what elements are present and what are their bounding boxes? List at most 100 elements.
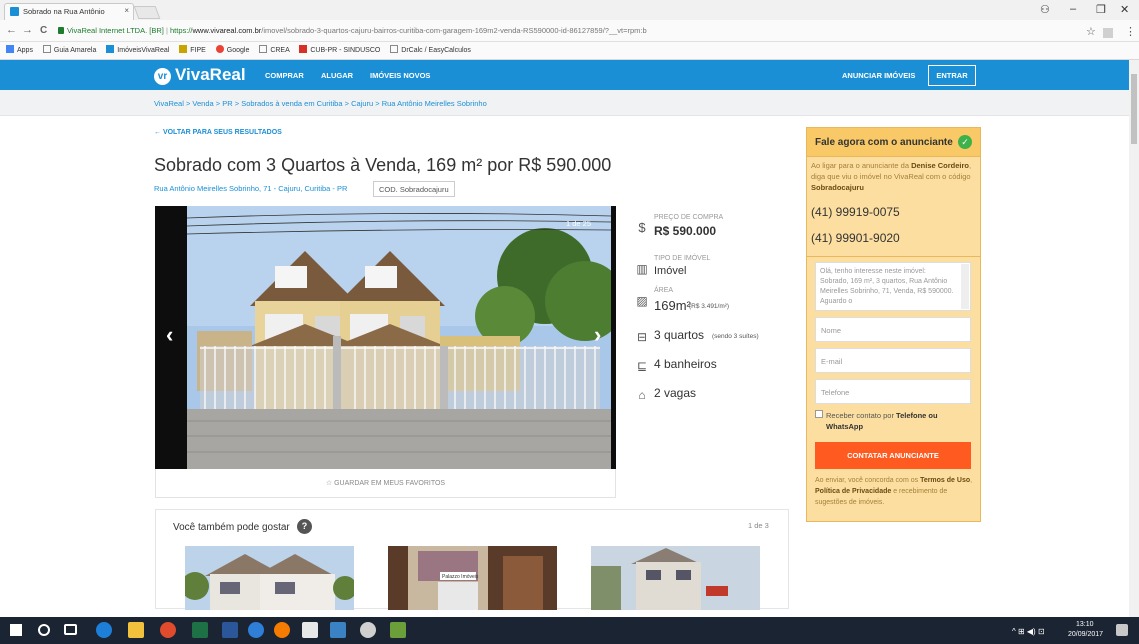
area-icon: ▨ — [636, 294, 648, 308]
phone-number-2[interactable]: (41) 99901-9020 — [811, 231, 900, 245]
price-value: R$ 590.000 — [654, 224, 717, 238]
file-explorer-icon[interactable] — [128, 622, 144, 638]
email-field[interactable]: E-mail — [815, 348, 971, 373]
area-value: 169m² — [654, 298, 691, 313]
bookmark-cub[interactable]: CUB-PR - SINDUSCO — [299, 45, 380, 54]
forward-button[interactable]: → — [22, 24, 33, 36]
cortana-icon[interactable] — [38, 624, 50, 636]
browser-tab[interactable]: Sobrado na Rua Antônio × — [4, 3, 134, 20]
whatsapp-checkbox[interactable] — [815, 410, 823, 418]
new-tab-button[interactable] — [133, 6, 161, 19]
profile-icon[interactable]: ⚇ — [1040, 3, 1050, 16]
page-scrollbar[interactable] — [1129, 60, 1139, 617]
divider — [806, 256, 981, 257]
photo-counter: 1 de 25 — [566, 219, 592, 228]
clock-time[interactable]: 13:10 — [1076, 621, 1094, 628]
mail-icon[interactable] — [302, 622, 318, 638]
price-icon: $ — [638, 220, 646, 235]
close-tab-icon[interactable]: × — [124, 6, 129, 15]
message-textarea[interactable]: Olá, tenho interesse neste imóvel: Sobra… — [815, 262, 971, 311]
garage-icon: ⌂ — [638, 388, 646, 402]
app-icon[interactable] — [330, 622, 346, 638]
house-photo — [155, 206, 616, 469]
help-icon[interactable]: ? — [297, 519, 312, 534]
app-icon[interactable] — [390, 622, 406, 638]
entrar-button[interactable]: ENTRAR — [928, 65, 976, 86]
recommendations-title: Você também pode gostar — [173, 522, 290, 533]
back-button[interactable]: ← — [6, 24, 17, 36]
word-icon[interactable] — [222, 622, 238, 638]
terms-link[interactable]: Termos de Uso — [920, 477, 970, 484]
save-favorite-button[interactable]: ☆ GUARDAR EM MEUS FAVORITOS — [155, 469, 616, 498]
recommendations-counter: 1 de 3 — [748, 521, 769, 530]
name-field[interactable]: Nome — [815, 317, 971, 342]
breadcrumb-links[interactable]: VivaReal > Venda > PR > Sobrados à venda… — [154, 99, 487, 108]
fipe-icon — [179, 45, 188, 53]
excel-icon[interactable] — [192, 622, 208, 638]
chrome-icon[interactable] — [160, 622, 176, 638]
bookmark-imoveis-vivareal[interactable]: ImóveisVivaReal — [106, 45, 169, 54]
clock-date[interactable]: 20/09/2017 — [1068, 631, 1103, 638]
system-tray-icons[interactable]: ^ ⊞ ◀) ⊡ — [1012, 627, 1045, 636]
windows-start-icon[interactable] — [10, 624, 22, 636]
recommendation-photo: Palazzo Imóveis — [388, 546, 557, 610]
bookmark-apps[interactable]: Apps — [6, 45, 33, 54]
logo-mark-icon: vr — [154, 68, 171, 85]
task-view-icon[interactable] — [64, 624, 77, 635]
vivareal-icon — [106, 45, 115, 53]
recommendation-card[interactable]: Palazzo Imóveis — [388, 546, 557, 610]
browser-menu-icon[interactable]: ⋮ — [1125, 25, 1136, 38]
bookmark-google[interactable]: Google — [215, 45, 249, 54]
maximize-button[interactable]: ❐ — [1096, 3, 1106, 16]
scrollbar-thumb[interactable] — [1131, 74, 1137, 144]
listing-code-badge: COD. Sobradocajuru — [373, 181, 455, 197]
recommendation-card[interactable] — [185, 546, 354, 610]
contact-intro: Ao ligar para o anunciante da Denise Cor… — [811, 161, 972, 192]
page-icon — [259, 45, 268, 53]
back-to-results-link[interactable]: ← VOLTAR PARA SEUS RESULTADOS — [154, 129, 282, 136]
contact-advertiser-button[interactable]: CONTATAR ANUNCIANTE — [815, 442, 971, 469]
notification-icon[interactable] — [1116, 624, 1128, 636]
baths-value: 4 banheiros — [654, 357, 717, 371]
next-photo-arrow[interactable]: › — [594, 322, 601, 348]
type-value: Imóvel — [654, 265, 687, 277]
prev-photo-arrow[interactable]: ‹ — [166, 322, 173, 348]
page-icon — [390, 45, 399, 53]
minimize-button[interactable]: – — [1070, 3, 1076, 15]
listing-address[interactable]: Rua Antônio Meirelles Sobrinho, 71 - Caj… — [154, 184, 347, 193]
bookmark-guia-amarela[interactable]: Guia Amarela — [42, 45, 96, 54]
phone-number-1[interactable]: (41) 99919-0075 — [811, 205, 900, 219]
vivareal-logo[interactable]: vr VivaReal — [154, 65, 246, 85]
photo-gallery[interactable] — [155, 206, 616, 469]
privacy-link[interactable]: Política de Privacidade — [815, 488, 891, 495]
reload-button[interactable]: C — [40, 25, 47, 36]
nav-imoveis-novos[interactable]: IMÓVEIS NOVOS — [370, 71, 430, 80]
bookmark-crea[interactable]: CREA — [259, 45, 289, 54]
whatsapp-checkbox-label: Receber contato por Telefone ou WhatsApp — [826, 411, 938, 431]
price-label: PREÇO DE COMPRA — [654, 214, 724, 221]
browser-tabstrip — [0, 0, 1139, 20]
firefox-icon[interactable] — [274, 622, 290, 638]
parking-value: 2 vagas — [654, 386, 697, 400]
favicon-icon — [10, 7, 19, 16]
tab-title: Sobrado na Rua Antônio — [23, 7, 105, 16]
bookmark-star-icon[interactable]: ☆ — [1086, 25, 1096, 38]
recommendation-card[interactable] — [591, 546, 760, 610]
app-icon[interactable] — [248, 622, 264, 638]
check-circle-icon: ✓ — [958, 135, 972, 149]
extension-icon[interactable] — [1103, 28, 1113, 38]
bookmark-fipe[interactable]: FIPE — [179, 45, 206, 54]
app-icon[interactable] — [360, 622, 376, 638]
nav-comprar[interactable]: COMPRAR — [265, 71, 304, 80]
contact-title: Fale agora com o anunciante — [815, 137, 953, 148]
phone-field[interactable]: Telefone — [815, 379, 971, 404]
edge-icon[interactable] — [96, 622, 112, 638]
area-label: ÁREA — [654, 287, 674, 294]
nav-alugar[interactable]: ALUGAR — [321, 71, 353, 80]
textarea-scrollbar[interactable] — [961, 264, 969, 309]
url-field[interactable]: VivaReal Internet LTDA. [BR] | https://w… — [58, 23, 1078, 39]
bookmark-drcalc[interactable]: DrCalc / EasyCalculos — [390, 45, 471, 54]
close-window-button[interactable]: ✕ — [1120, 3, 1129, 16]
anunciar-imoveis-link[interactable]: ANUNCIAR IMÓVEIS — [842, 71, 915, 80]
bookmarks-list: Apps Guia Amarela ImóveisVivaReal FIPE G… — [6, 45, 471, 54]
